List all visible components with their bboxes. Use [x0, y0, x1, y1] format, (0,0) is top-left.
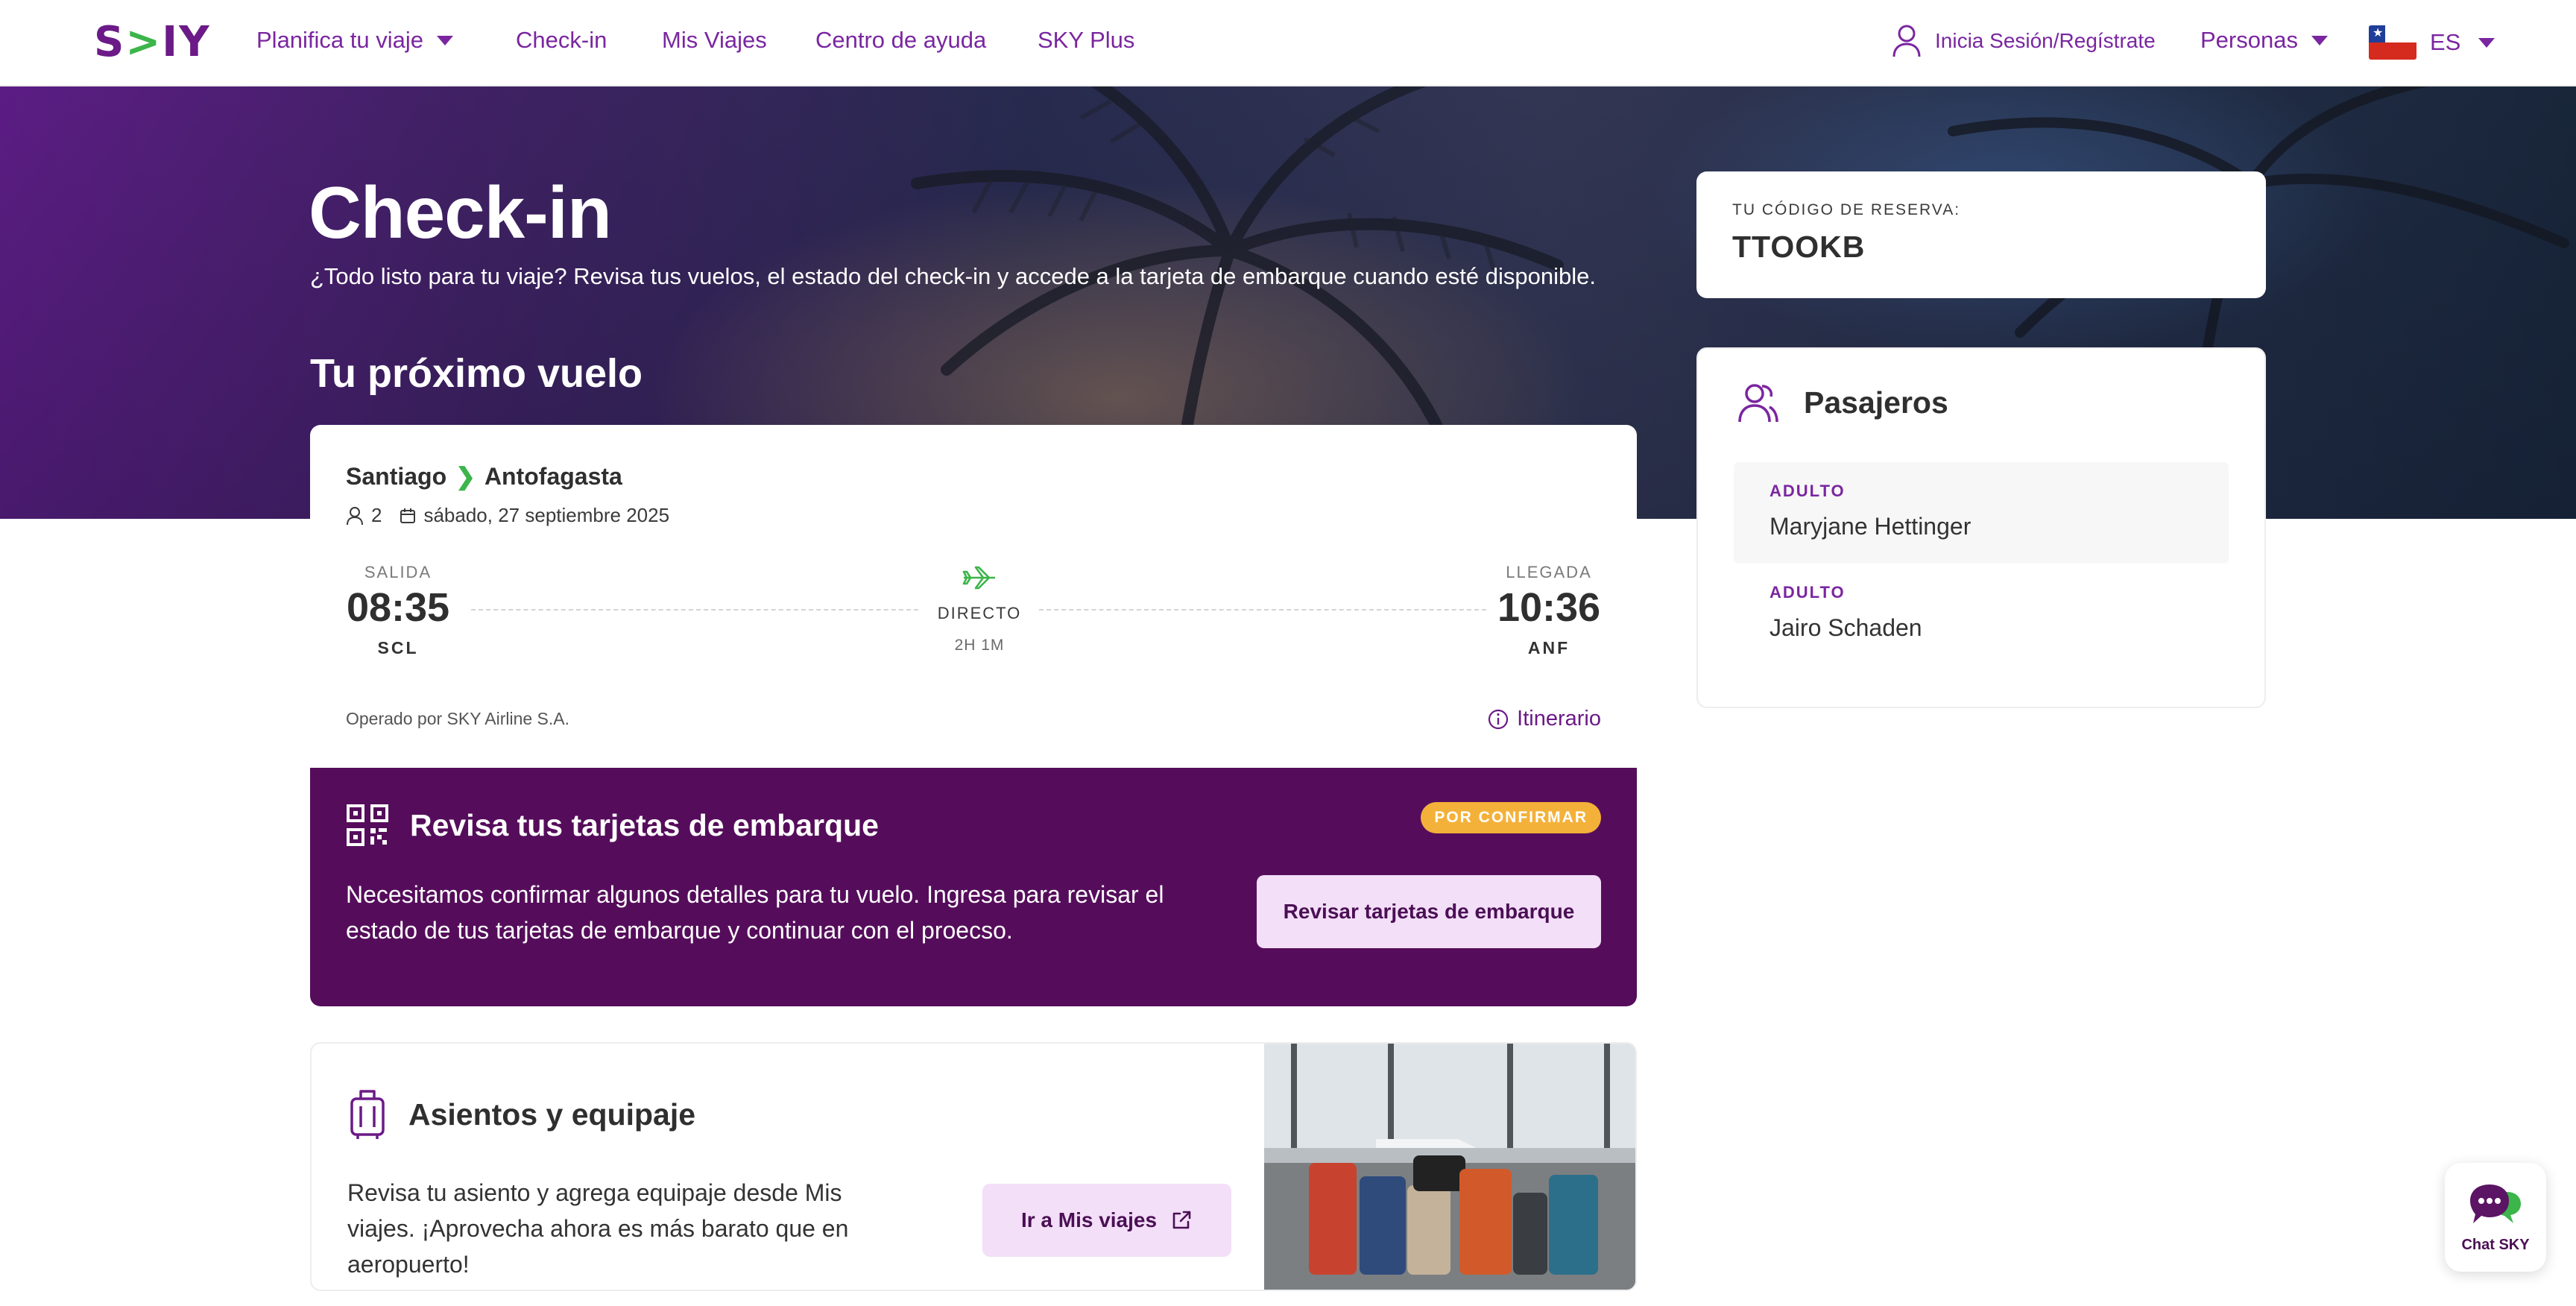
arrival-time: 10:36	[1497, 585, 1601, 630]
review-boarding-passes-button[interactable]: Revisar tarjetas de embarque	[1257, 875, 1601, 948]
flight-meta: 2 sábado, 27 septiembre 2025	[346, 504, 1601, 527]
flag-chile-icon: ★	[2369, 25, 2416, 60]
destination-city: Antofagasta	[484, 462, 622, 490]
departure-time: 08:35	[346, 585, 450, 630]
arrival-airport: ANF	[1527, 637, 1570, 657]
route-line	[471, 609, 918, 611]
persons-label: Personas	[2200, 27, 2298, 53]
language-selector[interactable]: ★ ES	[2369, 25, 2496, 60]
departure-block: SALIDA 08:35 SCL	[346, 563, 450, 658]
route-arrow-icon: ❯	[455, 463, 476, 490]
luggage-icon	[350, 1090, 385, 1139]
seats-baggage-title: Asientos y equipaje	[408, 1097, 696, 1132]
nav-my-trips-label: Mis Viajes	[662, 27, 767, 53]
info-icon	[1489, 709, 1509, 729]
passenger-row: ADULTO Jairo Schaden	[1734, 564, 2229, 665]
passenger-name: Maryjane Hettinger	[1770, 513, 1972, 540]
passengers-icon	[1738, 384, 1778, 423]
sky-logo[interactable]: S>IY	[94, 21, 211, 64]
chat-widget-button[interactable]: Chat SKY	[2445, 1163, 2546, 1272]
qr-code-icon	[347, 804, 388, 846]
passengers-card: Pasajeros ADULTO Maryjane Hettinger ADUL…	[1696, 347, 2266, 708]
nav-sky-plus-label: SKY Plus	[1038, 27, 1135, 53]
login-label: Inicia Sesión/Regístrate	[1935, 29, 2156, 52]
reservation-code-label: TU CÓDIGO DE RESERVA:	[1732, 201, 1961, 218]
chevron-down-icon	[437, 35, 454, 45]
boarding-pass-description: Necesitamos confirmar algunos detalles p…	[346, 881, 1164, 944]
origin-city: Santiago	[346, 462, 447, 490]
language-label: ES	[2430, 29, 2461, 55]
go-to-my-trips-label: Ir a Mis viajes	[1020, 1208, 1158, 1231]
nav-my-trips[interactable]: Mis Viajes	[662, 27, 767, 54]
flight-type-block: DIRECTO 2H 1M	[935, 563, 1024, 654]
reservation-code-card: TU CÓDIGO DE RESERVA: TTOOKB	[1696, 171, 2266, 298]
passenger-name: Jairo Schaden	[1770, 614, 1922, 641]
passenger-type: ADULTO	[1770, 482, 1846, 500]
flight-times: SALIDA 08:35 SCL DIRECTO 2H 1M LLEGADA 1…	[346, 563, 1601, 667]
nav-checkin-label: Check-in	[516, 27, 607, 53]
top-navigation: S>IY Planifica tu viaje Check-in Mis Via…	[0, 0, 2576, 86]
external-link-icon	[1172, 1211, 1191, 1229]
nav-plan-trip-label: Planifica tu viaje	[256, 27, 424, 53]
chevron-down-icon	[2311, 35, 2328, 45]
flight-date: sábado, 27 septiembre 2025	[423, 504, 670, 526]
page-title: Check-in	[309, 171, 612, 253]
flight-card: Santiago ❯ Antofagasta 2 sábado, 27 sept…	[310, 425, 1637, 768]
flight-duration: 2H 1M	[954, 637, 1005, 654]
passenger-type: ADULTO	[1770, 583, 1846, 602]
flight-route: Santiago ❯ Antofagasta	[346, 462, 1601, 490]
chat-icon	[2470, 1184, 2521, 1223]
nav-checkin[interactable]: Check-in	[516, 27, 607, 54]
boarding-pass-title: Revisa tus tarjetas de embarque	[410, 807, 879, 842]
login-link[interactable]: Inicia Sesión/Regístrate	[1892, 24, 2156, 58]
nav-help-center[interactable]: Centro de ayuda	[815, 27, 986, 54]
chevron-down-icon	[2478, 37, 2496, 48]
person-icon	[347, 506, 363, 525]
next-flight-heading: Tu próximo vuelo	[310, 351, 643, 396]
route-line	[1039, 609, 1486, 611]
seats-baggage-description: Revisa tu asiento y agrega equipaje desd…	[347, 1179, 849, 1278]
itinerary-label: Itinerario	[1517, 707, 1601, 731]
status-badge: POR CONFIRMAR	[1421, 802, 1601, 833]
nav-help-center-label: Centro de ayuda	[815, 27, 987, 53]
go-to-my-trips-button[interactable]: Ir a Mis viajes	[982, 1184, 1231, 1257]
arrival-block: LLEGADA 10:36 ANF	[1497, 563, 1601, 658]
operated-by: Operado por SKY Airline S.A.	[346, 709, 570, 728]
passengers-title: Pasajeros	[1804, 385, 1948, 420]
reservation-code: TTOOKB	[1732, 230, 1866, 264]
flight-type: DIRECTO	[937, 604, 1022, 622]
itinerary-link[interactable]: Itinerario	[1487, 707, 1601, 731]
departure-airport: SCL	[377, 637, 419, 657]
boarding-pass-section: Revisa tus tarjetas de embarque POR CONF…	[310, 768, 1637, 1006]
seats-baggage-card: Asientos y equipaje Revisa tu asiento y …	[310, 1042, 1637, 1291]
departure-label: SALIDA	[364, 563, 432, 581]
persons-dropdown[interactable]: Personas	[2200, 27, 2328, 54]
nav-plan-trip[interactable]: Planifica tu viaje	[256, 27, 454, 54]
calendar-icon	[400, 508, 416, 523]
arrival-label: LLEGADA	[1506, 563, 1592, 581]
plane-icon	[962, 566, 995, 590]
chat-label: Chat SKY	[2461, 1236, 2530, 1253]
page-subtitle: ¿Todo listo para tu viaje? Revisa tus vu…	[310, 263, 1596, 289]
user-icon	[1892, 25, 1921, 57]
passenger-row: ADULTO Maryjane Hettinger	[1734, 462, 2229, 564]
passenger-count: 2	[371, 504, 382, 526]
review-boarding-passes-label: Revisar tarjetas de embarque	[1283, 900, 1575, 923]
nav-sky-plus[interactable]: SKY Plus	[1038, 27, 1134, 54]
luggage-photo	[1264, 1044, 1635, 1290]
